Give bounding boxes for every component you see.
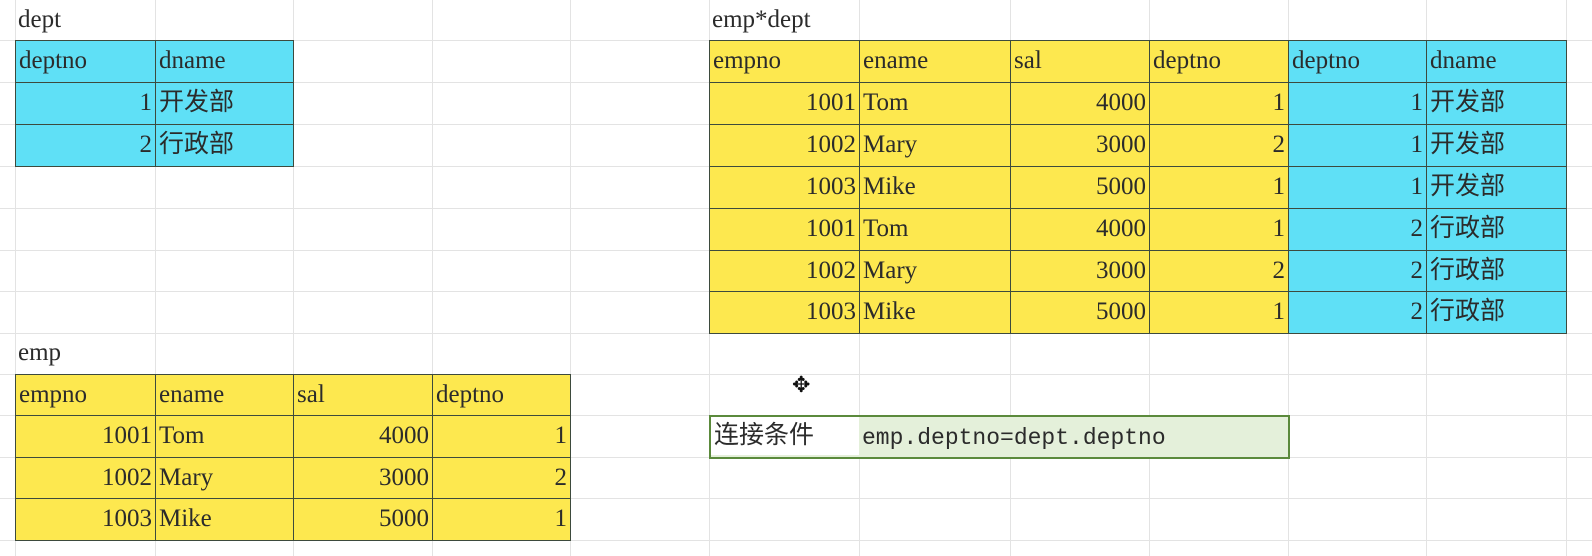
emp-title[interactable]: emp bbox=[15, 333, 156, 375]
product-cell[interactable]: 开发部 bbox=[1426, 124, 1567, 167]
product-cell[interactable]: 2 bbox=[1288, 208, 1427, 251]
product-cell[interactable]: Mike bbox=[859, 166, 1011, 209]
product-cell[interactable]: 1002 bbox=[709, 124, 860, 167]
product-cell[interactable]: 行政部 bbox=[1426, 291, 1567, 334]
product-cell[interactable]: 行政部 bbox=[1426, 250, 1567, 292]
emp-cell[interactable]: 3000 bbox=[293, 457, 433, 499]
emp-cell[interactable]: 1002 bbox=[15, 457, 156, 499]
emp-cell[interactable]: 1001 bbox=[15, 415, 156, 458]
emp-header-empno[interactable]: empno bbox=[15, 374, 156, 416]
product-cell[interactable]: 4000 bbox=[1010, 208, 1150, 251]
spreadsheet-grid[interactable]: dept deptno dname 1 开发部 2 行政部 emp empno ename sal d… bbox=[0, 0, 1592, 556]
emp-cell[interactable]: Mike bbox=[155, 498, 294, 541]
product-header-dname[interactable]: dname bbox=[1426, 40, 1567, 83]
product-cell[interactable]: 1 bbox=[1149, 166, 1289, 209]
product-cell[interactable]: 1001 bbox=[709, 208, 860, 251]
product-cell[interactable]: 1002 bbox=[709, 250, 860, 292]
join-condition-value[interactable]: emp.deptno=dept.deptno bbox=[859, 415, 1289, 458]
emp-header-sal[interactable]: sal bbox=[293, 374, 433, 416]
emp-header-deptno[interactable]: deptno bbox=[432, 374, 571, 416]
product-cell[interactable]: 开发部 bbox=[1426, 166, 1567, 209]
product-cell[interactable]: 4000 bbox=[1010, 82, 1150, 125]
product-cell[interactable]: 5000 bbox=[1010, 166, 1150, 209]
product-cell[interactable]: 行政部 bbox=[1426, 208, 1567, 251]
product-cell[interactable]: 2 bbox=[1149, 124, 1289, 167]
product-cell[interactable]: 2 bbox=[1288, 291, 1427, 334]
dept-cell[interactable]: 开发部 bbox=[155, 82, 294, 125]
emp-cell[interactable]: 1003 bbox=[15, 498, 156, 541]
product-cell[interactable]: 2 bbox=[1288, 250, 1427, 292]
emp-cell[interactable]: Mary bbox=[155, 457, 294, 499]
product-title[interactable]: emp*dept bbox=[709, 0, 860, 41]
dept-cell[interactable]: 2 bbox=[15, 124, 156, 167]
dept-header-dname[interactable]: dname bbox=[155, 40, 294, 83]
product-cell[interactable]: 3000 bbox=[1010, 250, 1150, 292]
product-cell[interactable]: 1 bbox=[1288, 82, 1427, 125]
product-cell[interactable]: Tom bbox=[859, 82, 1011, 125]
product-header-sal[interactable]: sal bbox=[1010, 40, 1150, 83]
dept-cell[interactable]: 行政部 bbox=[155, 124, 294, 167]
product-header-deptno[interactable]: deptno bbox=[1149, 40, 1289, 83]
product-cell[interactable]: 开发部 bbox=[1426, 82, 1567, 125]
product-cell[interactable]: 2 bbox=[1149, 250, 1289, 292]
product-cell[interactable]: 1 bbox=[1149, 82, 1289, 125]
product-cell[interactable]: 1 bbox=[1149, 291, 1289, 334]
product-cell[interactable]: 1003 bbox=[709, 291, 860, 334]
product-cell[interactable]: 1 bbox=[1149, 208, 1289, 251]
dept-title[interactable]: dept bbox=[15, 0, 156, 41]
emp-cell[interactable]: Tom bbox=[155, 415, 294, 458]
dept-header-deptno[interactable]: deptno bbox=[15, 40, 156, 83]
emp-cell[interactable]: 4000 bbox=[293, 415, 433, 458]
emp-cell[interactable]: 1 bbox=[432, 498, 571, 541]
dept-cell[interactable]: 1 bbox=[15, 82, 156, 125]
product-cell[interactable]: 3000 bbox=[1010, 124, 1150, 167]
emp-cell[interactable]: 2 bbox=[432, 457, 571, 499]
product-header-empno[interactable]: empno bbox=[709, 40, 860, 83]
product-cell[interactable]: 1 bbox=[1288, 166, 1427, 209]
product-cell[interactable]: 1003 bbox=[709, 166, 860, 209]
emp-cell[interactable]: 1 bbox=[432, 415, 571, 458]
emp-header-ename[interactable]: ename bbox=[155, 374, 294, 416]
emp-cell[interactable]: 5000 bbox=[293, 498, 433, 541]
product-cell[interactable]: Mary bbox=[859, 124, 1011, 167]
product-cell[interactable]: 5000 bbox=[1010, 291, 1150, 334]
product-cell[interactable]: Mary bbox=[859, 250, 1011, 292]
move-cursor-icon: ✥ bbox=[792, 372, 811, 397]
product-header-ename[interactable]: ename bbox=[859, 40, 1011, 83]
product-cell[interactable]: Tom bbox=[859, 208, 1011, 251]
join-condition-label[interactable]: 连接条件 bbox=[711, 417, 859, 455]
product-header-deptno[interactable]: deptno bbox=[1288, 40, 1427, 83]
product-cell[interactable]: 1001 bbox=[709, 82, 860, 125]
product-cell[interactable]: 1 bbox=[1288, 124, 1427, 167]
product-cell[interactable]: Mike bbox=[859, 291, 1011, 334]
